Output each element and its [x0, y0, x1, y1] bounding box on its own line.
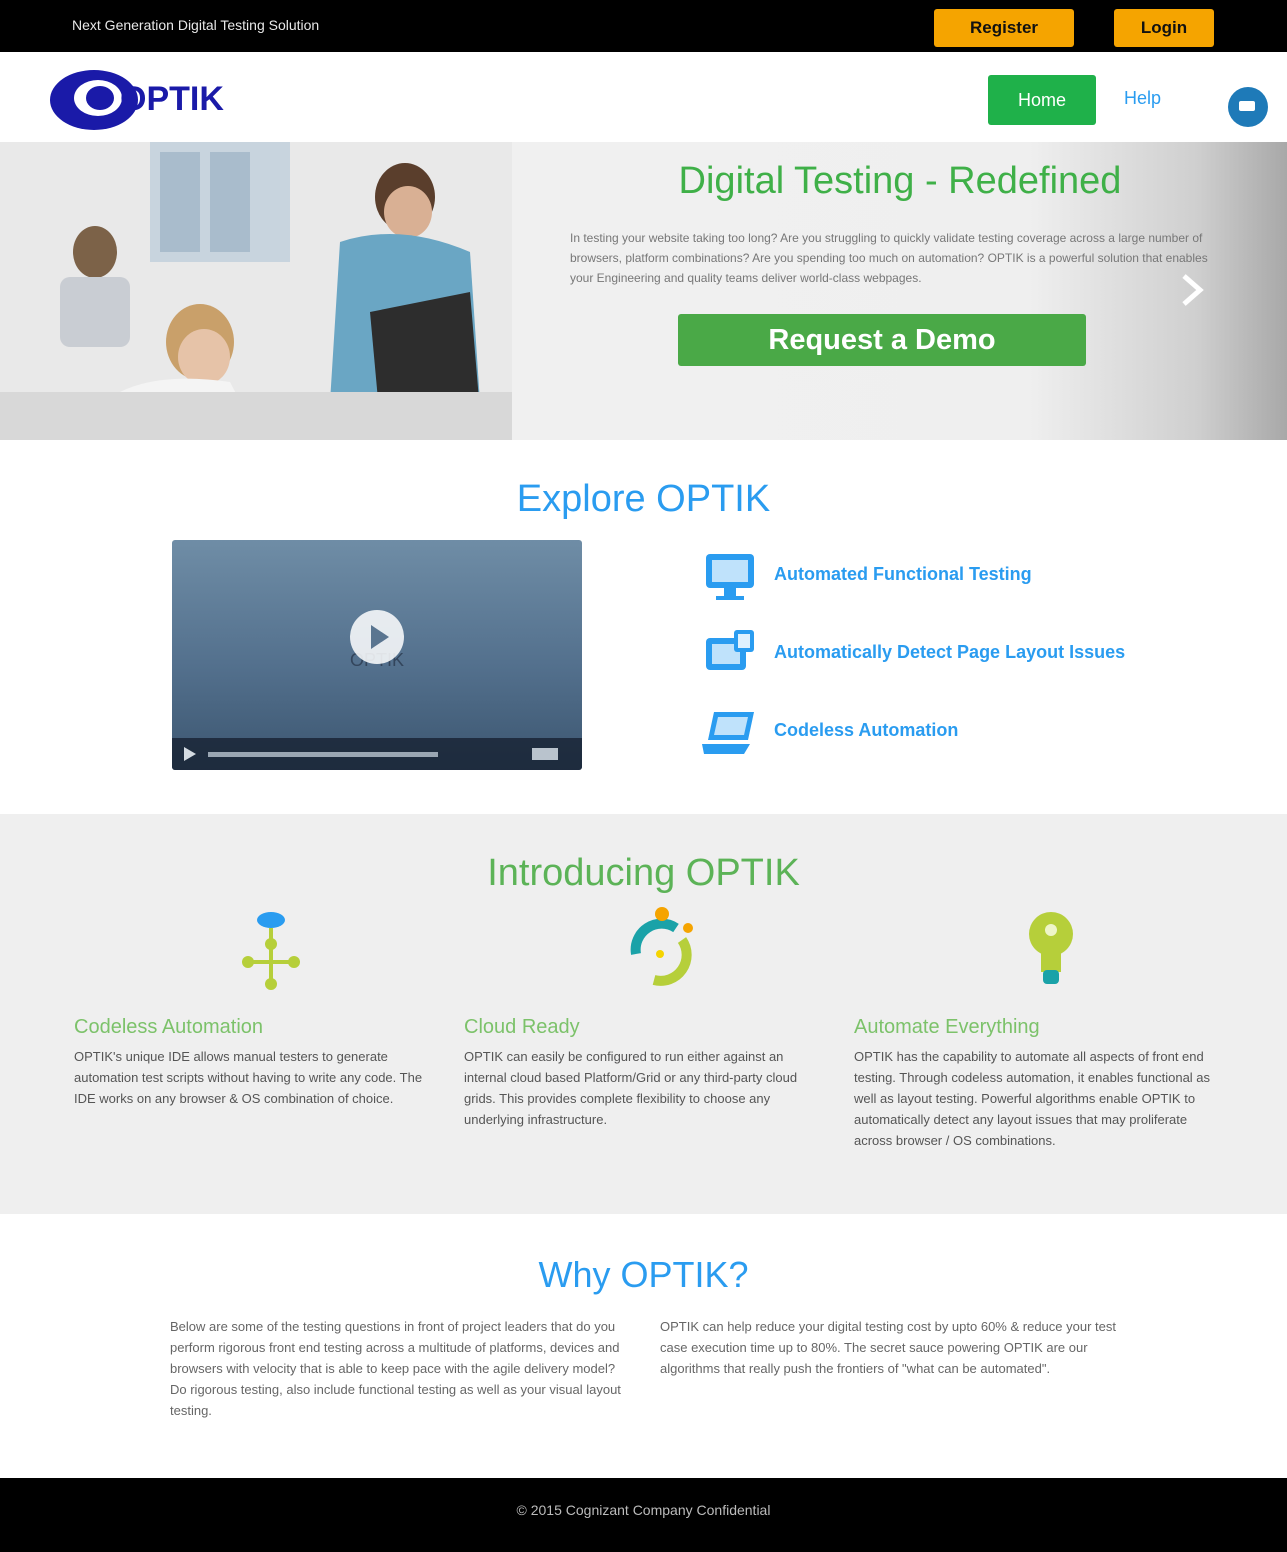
play-icon[interactable] [350, 610, 404, 664]
video-controls[interactable] [172, 738, 582, 770]
optik-logo[interactable]: OPTIK [46, 64, 226, 134]
feature-label[interactable]: Automatically Detect Page Layout Issues [774, 642, 1125, 663]
intro-column-title: Codeless Automation [74, 1016, 264, 1038]
intro-column-text: OPTIK's unique IDE allows manual testers… [74, 1049, 423, 1106]
cloud-cycle-icon [630, 907, 693, 986]
laptop-icon [702, 712, 754, 754]
footer-copyright: © 2015 Cognizant Company Confidential [516, 1502, 771, 1518]
logo-text: OPTIK [120, 80, 224, 118]
layout-icon [706, 630, 754, 670]
intro-column-text: OPTIK can easily be configured to run ei… [464, 1049, 798, 1127]
hero-title: Digital Testing - Redefined [678, 160, 1122, 202]
carousel-next-icon[interactable] [1176, 270, 1206, 310]
monitor-icon [706, 554, 754, 600]
site-tagline: Next Generation Digital Testing Solution [72, 17, 320, 33]
network-icon [242, 912, 300, 990]
feature-item-functional-testing[interactable]: Automated Functional Testing [700, 548, 1200, 608]
explore-heading: Explore OPTIK [516, 478, 771, 520]
introducing-heading: Introducing OPTIK [487, 852, 800, 894]
feature-label[interactable]: Codeless Automation [774, 720, 958, 741]
video-volume-icon[interactable] [532, 748, 558, 760]
site-footer: © 2015 Cognizant Company Confidential [0, 1478, 1287, 1552]
login-button[interactable]: Login [1114, 9, 1214, 47]
hero-description: In testing your website taking too long?… [570, 231, 1208, 285]
video-play-mini-icon[interactable] [184, 747, 196, 761]
intro-column-title: Automate Everything [854, 1016, 1040, 1038]
nav-home-button[interactable]: Home [988, 75, 1096, 125]
user-account-icon[interactable] [1228, 87, 1268, 127]
lightbulb-icon [1029, 912, 1073, 984]
request-demo-button[interactable]: Request a Demo [678, 314, 1086, 366]
nav-help-link[interactable]: Help [1124, 88, 1161, 109]
register-button[interactable]: Register [934, 9, 1074, 47]
top-bar: Next Generation Digital Testing Solution… [0, 0, 1287, 52]
video-progress-track[interactable] [208, 752, 438, 757]
site-header: OPTIK Home Help [0, 52, 1287, 142]
why-heading: Why OPTIK? [538, 1254, 749, 1295]
why-text-left: Below are some of the testing questions … [170, 1319, 621, 1418]
feature-label[interactable]: Automated Functional Testing [774, 564, 1032, 585]
feature-item-layout-issues[interactable]: Automatically Detect Page Layout Issues [700, 626, 1200, 686]
feature-item-codeless-automation[interactable]: Codeless Automation [700, 704, 1200, 764]
intro-column-text: OPTIK has the capability to automate all… [854, 1049, 1211, 1148]
hero-banner: Digital Testing - Redefined In testing y… [0, 142, 1287, 440]
intro-column-title: Cloud Ready [464, 1016, 580, 1038]
hero-office-photo [0, 142, 512, 440]
why-text-right: OPTIK can help reduce your digital testi… [660, 1319, 1116, 1376]
introducing-section: Introducing OPTIK Codeless Automation OP… [0, 814, 1287, 1214]
